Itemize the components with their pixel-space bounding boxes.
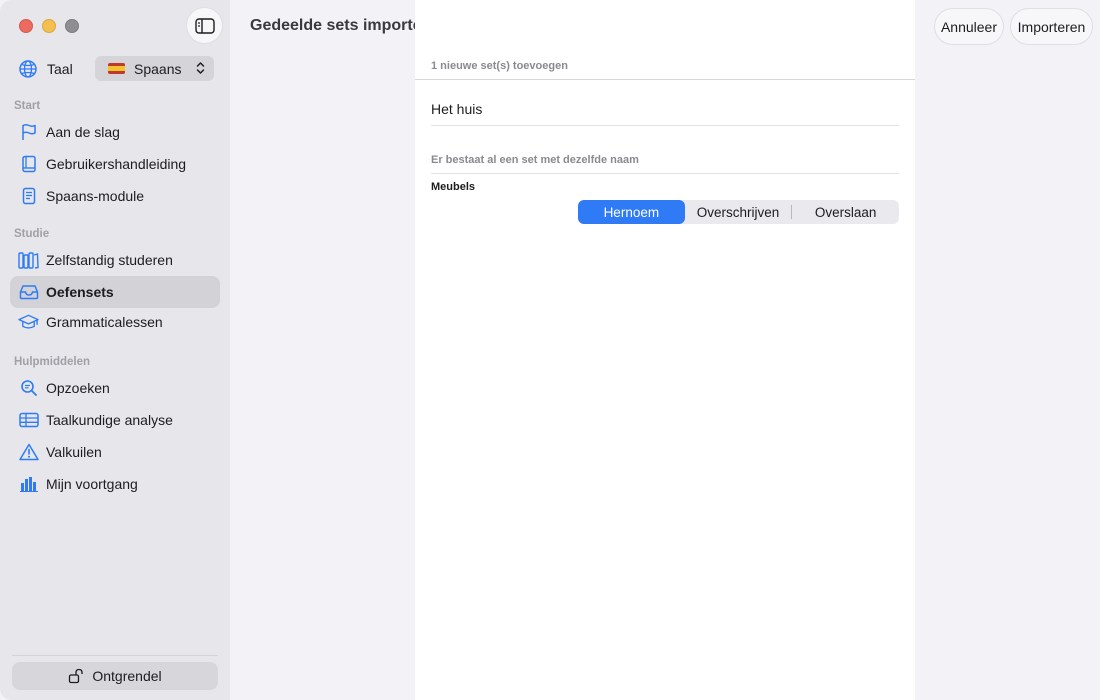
sidebar-item-label: Oefensets (46, 284, 114, 300)
chevron-up-down-icon (196, 62, 205, 74)
conflict-set-name: Meubels (431, 181, 476, 193)
section-studie: Studie (14, 228, 50, 240)
zoom-window-button[interactable] (65, 19, 79, 33)
sidebar-item-label: Aan de slag (46, 124, 120, 140)
import-panel: 1 nieuwe set(s) toevoegen Het huis Er be… (415, 0, 915, 700)
warning-icon (18, 443, 39, 461)
close-window-button[interactable] (19, 19, 33, 33)
sidebar-toggle-button[interactable] (186, 7, 223, 44)
cancel-button[interactable]: Annuleer (934, 8, 1004, 45)
sidebar-item-gebruikershandleiding[interactable]: Gebruikershandleiding (10, 148, 220, 180)
sidebar-item-label: Gebruikershandleiding (46, 156, 187, 172)
sidebar-item-oefensets[interactable]: Oefensets (10, 276, 220, 308)
spain-flag-icon (108, 63, 125, 74)
language-value: Spaans (134, 60, 182, 77)
sidebar-item-opzoeken[interactable]: Opzoeken (10, 372, 220, 404)
new-sets-caption: 1 nieuwe set(s) toevoegen (431, 60, 568, 72)
sidebar-icon (194, 17, 215, 34)
row-divider (431, 173, 899, 174)
sidebar-item-mijn-voortgang[interactable]: Mijn voortgang (10, 468, 220, 500)
window-controls (19, 19, 79, 33)
conflict-resolution-control: Hernoem Overschrijven Overslaan (578, 200, 899, 224)
new-set-name: Het huis (431, 101, 483, 117)
section-hulpmiddelen: Hulpmiddelen (14, 356, 91, 368)
sidebar-item-zelfstandig-studeren[interactable]: Zelfstandig studeren (10, 244, 220, 276)
globe-icon (19, 59, 37, 78)
minimize-window-button[interactable] (42, 19, 56, 33)
language-select[interactable]: Spaans (95, 56, 214, 81)
section-divider (415, 79, 915, 80)
sidebar: Taal Spaans Start Aan de slag Gebruikers… (0, 0, 230, 700)
language-row: Taal Spaans (18, 56, 214, 81)
table-icon (18, 412, 39, 428)
sidebar-item-valkuilen[interactable]: Valkuilen (10, 436, 220, 468)
conflict-caption: Er bestaat al een set met dezelfde naam (431, 154, 639, 166)
sidebar-item-label: Valkuilen (46, 444, 102, 460)
book-icon (21, 155, 36, 173)
sidebar-item-label: Taalkundige analyse (46, 412, 173, 428)
magnifier-icon (20, 380, 37, 396)
sidebar-divider (12, 655, 218, 656)
sidebar-item-grammaticalessen[interactable]: Grammaticalessen (10, 306, 220, 338)
sidebar-item-taalkundige-analyse[interactable]: Taalkundige analyse (10, 404, 220, 436)
unlock-icon (69, 668, 84, 684)
import-button[interactable]: Importeren (1010, 8, 1093, 45)
document-icon (22, 187, 35, 205)
sidebar-item-label: Opzoeken (46, 380, 110, 396)
language-label: Taal (47, 60, 73, 77)
app-window: Taal Spaans Start Aan de slag Gebruikers… (0, 0, 1100, 700)
sidebar-item-spaans-module[interactable]: Spaans-module (10, 180, 220, 212)
row-divider (431, 125, 899, 126)
section-start: Start (14, 100, 41, 112)
sidebar-item-label: Grammaticalessen (46, 314, 163, 330)
flag-icon (21, 124, 36, 140)
sidebar-item-label: Zelfstandig studeren (46, 252, 173, 268)
unlock-label: Ontgrendel (92, 668, 162, 684)
sidebar-item-aan-de-slag[interactable]: Aan de slag (10, 116, 220, 148)
option-rename[interactable]: Hernoem (578, 200, 685, 224)
graduation-cap-icon (18, 314, 39, 329)
option-overwrite[interactable]: Overschrijven (685, 200, 792, 224)
sidebar-item-label: Spaans-module (46, 188, 145, 204)
sidebar-item-label: Mijn voortgang (46, 476, 138, 492)
option-skip[interactable]: Overslaan (792, 200, 899, 224)
tray-icon (19, 285, 38, 300)
bar-chart-icon (19, 477, 38, 492)
unlock-button[interactable]: Ontgrendel (12, 662, 218, 690)
books-icon (18, 252, 39, 269)
